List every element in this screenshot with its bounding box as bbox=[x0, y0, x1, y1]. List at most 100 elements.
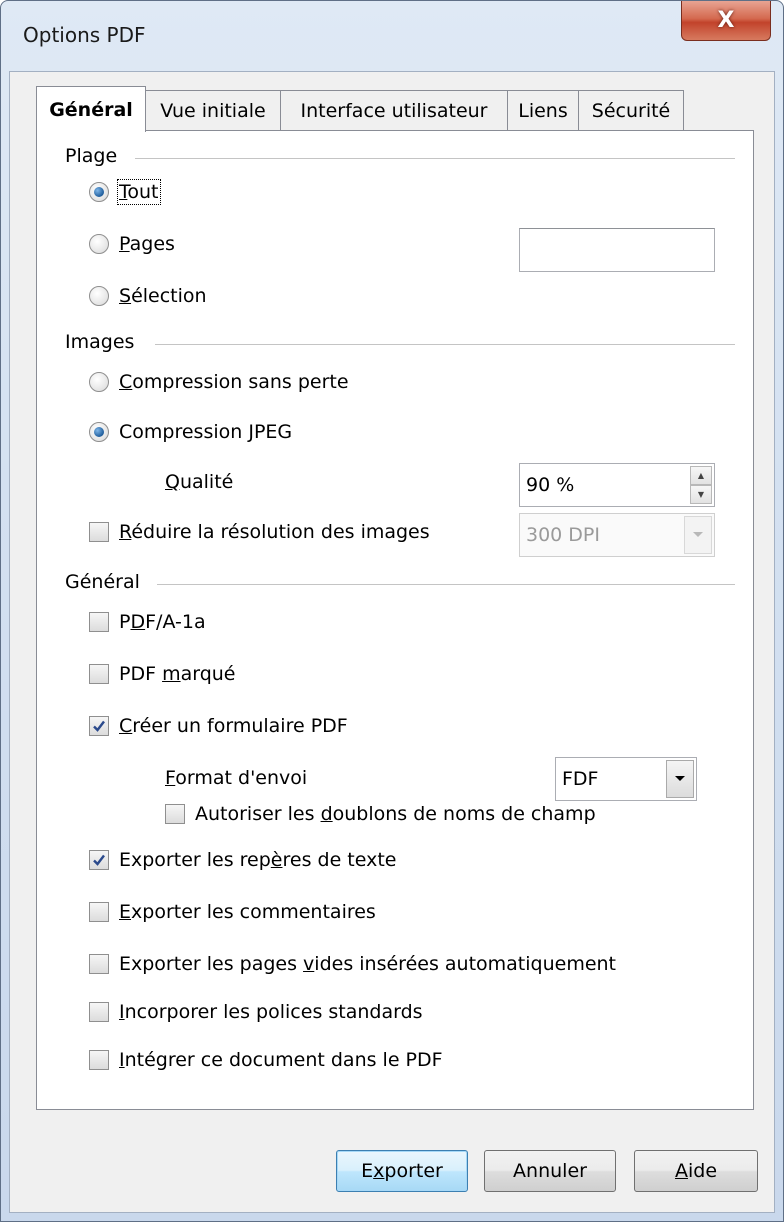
checkbox-export-empty-pages-control[interactable] bbox=[89, 954, 109, 974]
radio-jpeg-label: Compression JPEG bbox=[119, 421, 292, 443]
label-rest: réer un formulaire PDF bbox=[132, 715, 348, 737]
label-rest: ages bbox=[129, 233, 175, 255]
spin-up-icon[interactable]: ▲ bbox=[690, 466, 712, 485]
label-pre: Exporter les pages bbox=[119, 953, 304, 975]
accel-a: A bbox=[674, 1160, 688, 1182]
submit-format-dropdown-button[interactable] bbox=[666, 760, 694, 798]
title-bar[interactable]: Options PDF X bbox=[1, 1, 783, 71]
label-pre: Exporter les rep bbox=[119, 849, 271, 871]
tab-links[interactable]: Liens bbox=[507, 90, 579, 130]
general-separator bbox=[157, 584, 735, 585]
checkbox-export-empty-pages-label: Exporter les pages vides insérées automa… bbox=[119, 953, 616, 975]
close-icon: X bbox=[717, 8, 735, 33]
chevron-down-icon bbox=[693, 532, 703, 537]
dpi-value: 300 DPI bbox=[526, 524, 600, 546]
radio-selection[interactable]: Sélection bbox=[89, 285, 207, 307]
radio-pages[interactable]: Pages bbox=[89, 233, 175, 255]
label-rest: ompression sans perte bbox=[132, 371, 349, 393]
export-button[interactable]: Exporter bbox=[336, 1150, 468, 1192]
tab-general[interactable]: Général bbox=[36, 86, 146, 132]
checkbox-embed-document[interactable]: Intégrer ce document dans le PDF bbox=[89, 1049, 443, 1071]
checkbox-embed-document-control[interactable] bbox=[89, 1050, 109, 1070]
label-pre: P bbox=[119, 611, 131, 633]
spin-down-icon[interactable]: ▼ bbox=[690, 485, 712, 504]
label-rest: ualité bbox=[179, 471, 234, 493]
radio-all-control[interactable] bbox=[89, 182, 109, 202]
checkbox-allow-duplicate-fields-label: Autoriser les doublons de noms de champ bbox=[195, 803, 596, 825]
label-rest: xporter les commentaires bbox=[131, 901, 376, 923]
quality-label: Qualité bbox=[165, 471, 233, 493]
checkbox-embed-standard-fonts[interactable]: Incorporer les polices standards bbox=[89, 1001, 423, 1023]
checkbox-pdfa-control[interactable] bbox=[89, 612, 109, 632]
tab-security[interactable]: Sécurité bbox=[578, 90, 684, 130]
checkbox-create-form[interactable]: Créer un formulaire PDF bbox=[89, 715, 348, 737]
dialog-client-area: Général Vue initiale Interface utilisate… bbox=[9, 71, 775, 1213]
radio-jpeg-control[interactable] bbox=[89, 422, 109, 442]
cancel-button[interactable]: Annuler bbox=[484, 1150, 616, 1192]
checkbox-tagged-pdf[interactable]: PDF marqué bbox=[89, 663, 236, 685]
submit-format-label: Format d'envoi bbox=[165, 767, 307, 789]
images-section-heading: Images bbox=[65, 331, 135, 353]
submit-format-value: FDF bbox=[562, 768, 599, 790]
checkbox-export-comments-label: Exporter les commentaires bbox=[119, 901, 376, 923]
accel-m: m bbox=[162, 663, 181, 685]
submit-format-select[interactable]: FDF bbox=[555, 757, 697, 801]
radio-pages-control[interactable] bbox=[89, 234, 109, 254]
tab-security-label: Sécurité bbox=[591, 99, 671, 122]
radio-lossless[interactable]: Compression sans perte bbox=[89, 371, 349, 393]
tab-initial-view[interactable]: Vue initiale bbox=[145, 90, 281, 130]
radio-jpeg[interactable]: Compression JPEG bbox=[89, 421, 292, 443]
checkbox-pdfa[interactable]: PDF/A-1a bbox=[89, 611, 206, 633]
radio-all-label: Tout bbox=[117, 179, 161, 205]
help-button[interactable]: Aide bbox=[634, 1150, 758, 1192]
radio-selected-dot bbox=[94, 187, 104, 197]
checkbox-export-bookmarks-label: Exporter les repères de texte bbox=[119, 849, 397, 871]
radio-pages-label: Pages bbox=[119, 233, 175, 255]
checkbox-reduce-resolution[interactable]: Réduire la résolution des images bbox=[89, 521, 430, 543]
checkbox-allow-duplicate-fields[interactable]: Autoriser les doublons de noms de champ bbox=[165, 803, 596, 825]
accel-x: x bbox=[373, 1160, 385, 1182]
label-rest: porter bbox=[384, 1160, 443, 1182]
label-rest: F/A-1a bbox=[145, 611, 206, 633]
radio-all[interactable]: Tout bbox=[89, 179, 161, 205]
pages-input[interactable] bbox=[519, 228, 715, 272]
accel-f: F bbox=[165, 767, 176, 789]
radio-selection-control[interactable] bbox=[89, 286, 109, 306]
checkbox-export-comments[interactable]: Exporter les commentaires bbox=[89, 901, 376, 923]
accel-e: E bbox=[119, 901, 132, 923]
label-rest: out bbox=[127, 181, 159, 203]
checkbox-allow-duplicate-fields-control[interactable] bbox=[165, 804, 185, 824]
accel-q: Q bbox=[165, 471, 180, 493]
tab-user-interface[interactable]: Interface utilisateur bbox=[280, 90, 508, 130]
checkbox-reduce-resolution-label: Réduire la résolution des images bbox=[119, 521, 430, 543]
radio-lossless-control[interactable] bbox=[89, 372, 109, 392]
checkmark-icon bbox=[93, 854, 105, 866]
checkbox-export-bookmarks[interactable]: Exporter les repères de texte bbox=[89, 849, 397, 871]
label-pre: E bbox=[361, 1160, 374, 1182]
quality-spinbox[interactable]: 90 % ▲ ▼ bbox=[519, 463, 715, 507]
submit-format-label-text: Format d'envoi bbox=[165, 767, 307, 789]
general-section-heading: Général bbox=[65, 571, 140, 593]
dpi-dropdown-button[interactable] bbox=[684, 516, 712, 554]
quality-value: 90 % bbox=[526, 474, 575, 496]
range-section-heading: Plage bbox=[65, 145, 118, 167]
help-button-label: Aide bbox=[675, 1160, 717, 1182]
accel-r: R bbox=[119, 521, 132, 543]
close-button[interactable]: X bbox=[681, 1, 771, 41]
window-title: Options PDF bbox=[23, 23, 146, 47]
dpi-select[interactable]: 300 DPI bbox=[519, 513, 715, 557]
checkbox-tagged-pdf-control[interactable] bbox=[89, 664, 109, 684]
checkbox-export-bookmarks-control[interactable] bbox=[89, 850, 109, 870]
export-button-label: Exporter bbox=[361, 1160, 443, 1182]
checkbox-create-form-label: Créer un formulaire PDF bbox=[119, 715, 348, 737]
quality-spin-buttons: ▲ ▼ bbox=[690, 466, 712, 504]
images-separator bbox=[155, 344, 735, 345]
checkbox-create-form-control[interactable] bbox=[89, 716, 109, 736]
accel-c: C bbox=[119, 715, 133, 737]
checkbox-reduce-resolution-control[interactable] bbox=[89, 522, 109, 542]
accel-v: v bbox=[303, 953, 315, 975]
checkbox-export-comments-control[interactable] bbox=[89, 902, 109, 922]
checkbox-export-empty-pages[interactable]: Exporter les pages vides insérées automa… bbox=[89, 953, 616, 975]
label-rest: res de texte bbox=[282, 849, 397, 871]
checkbox-embed-standard-fonts-control[interactable] bbox=[89, 1002, 109, 1022]
